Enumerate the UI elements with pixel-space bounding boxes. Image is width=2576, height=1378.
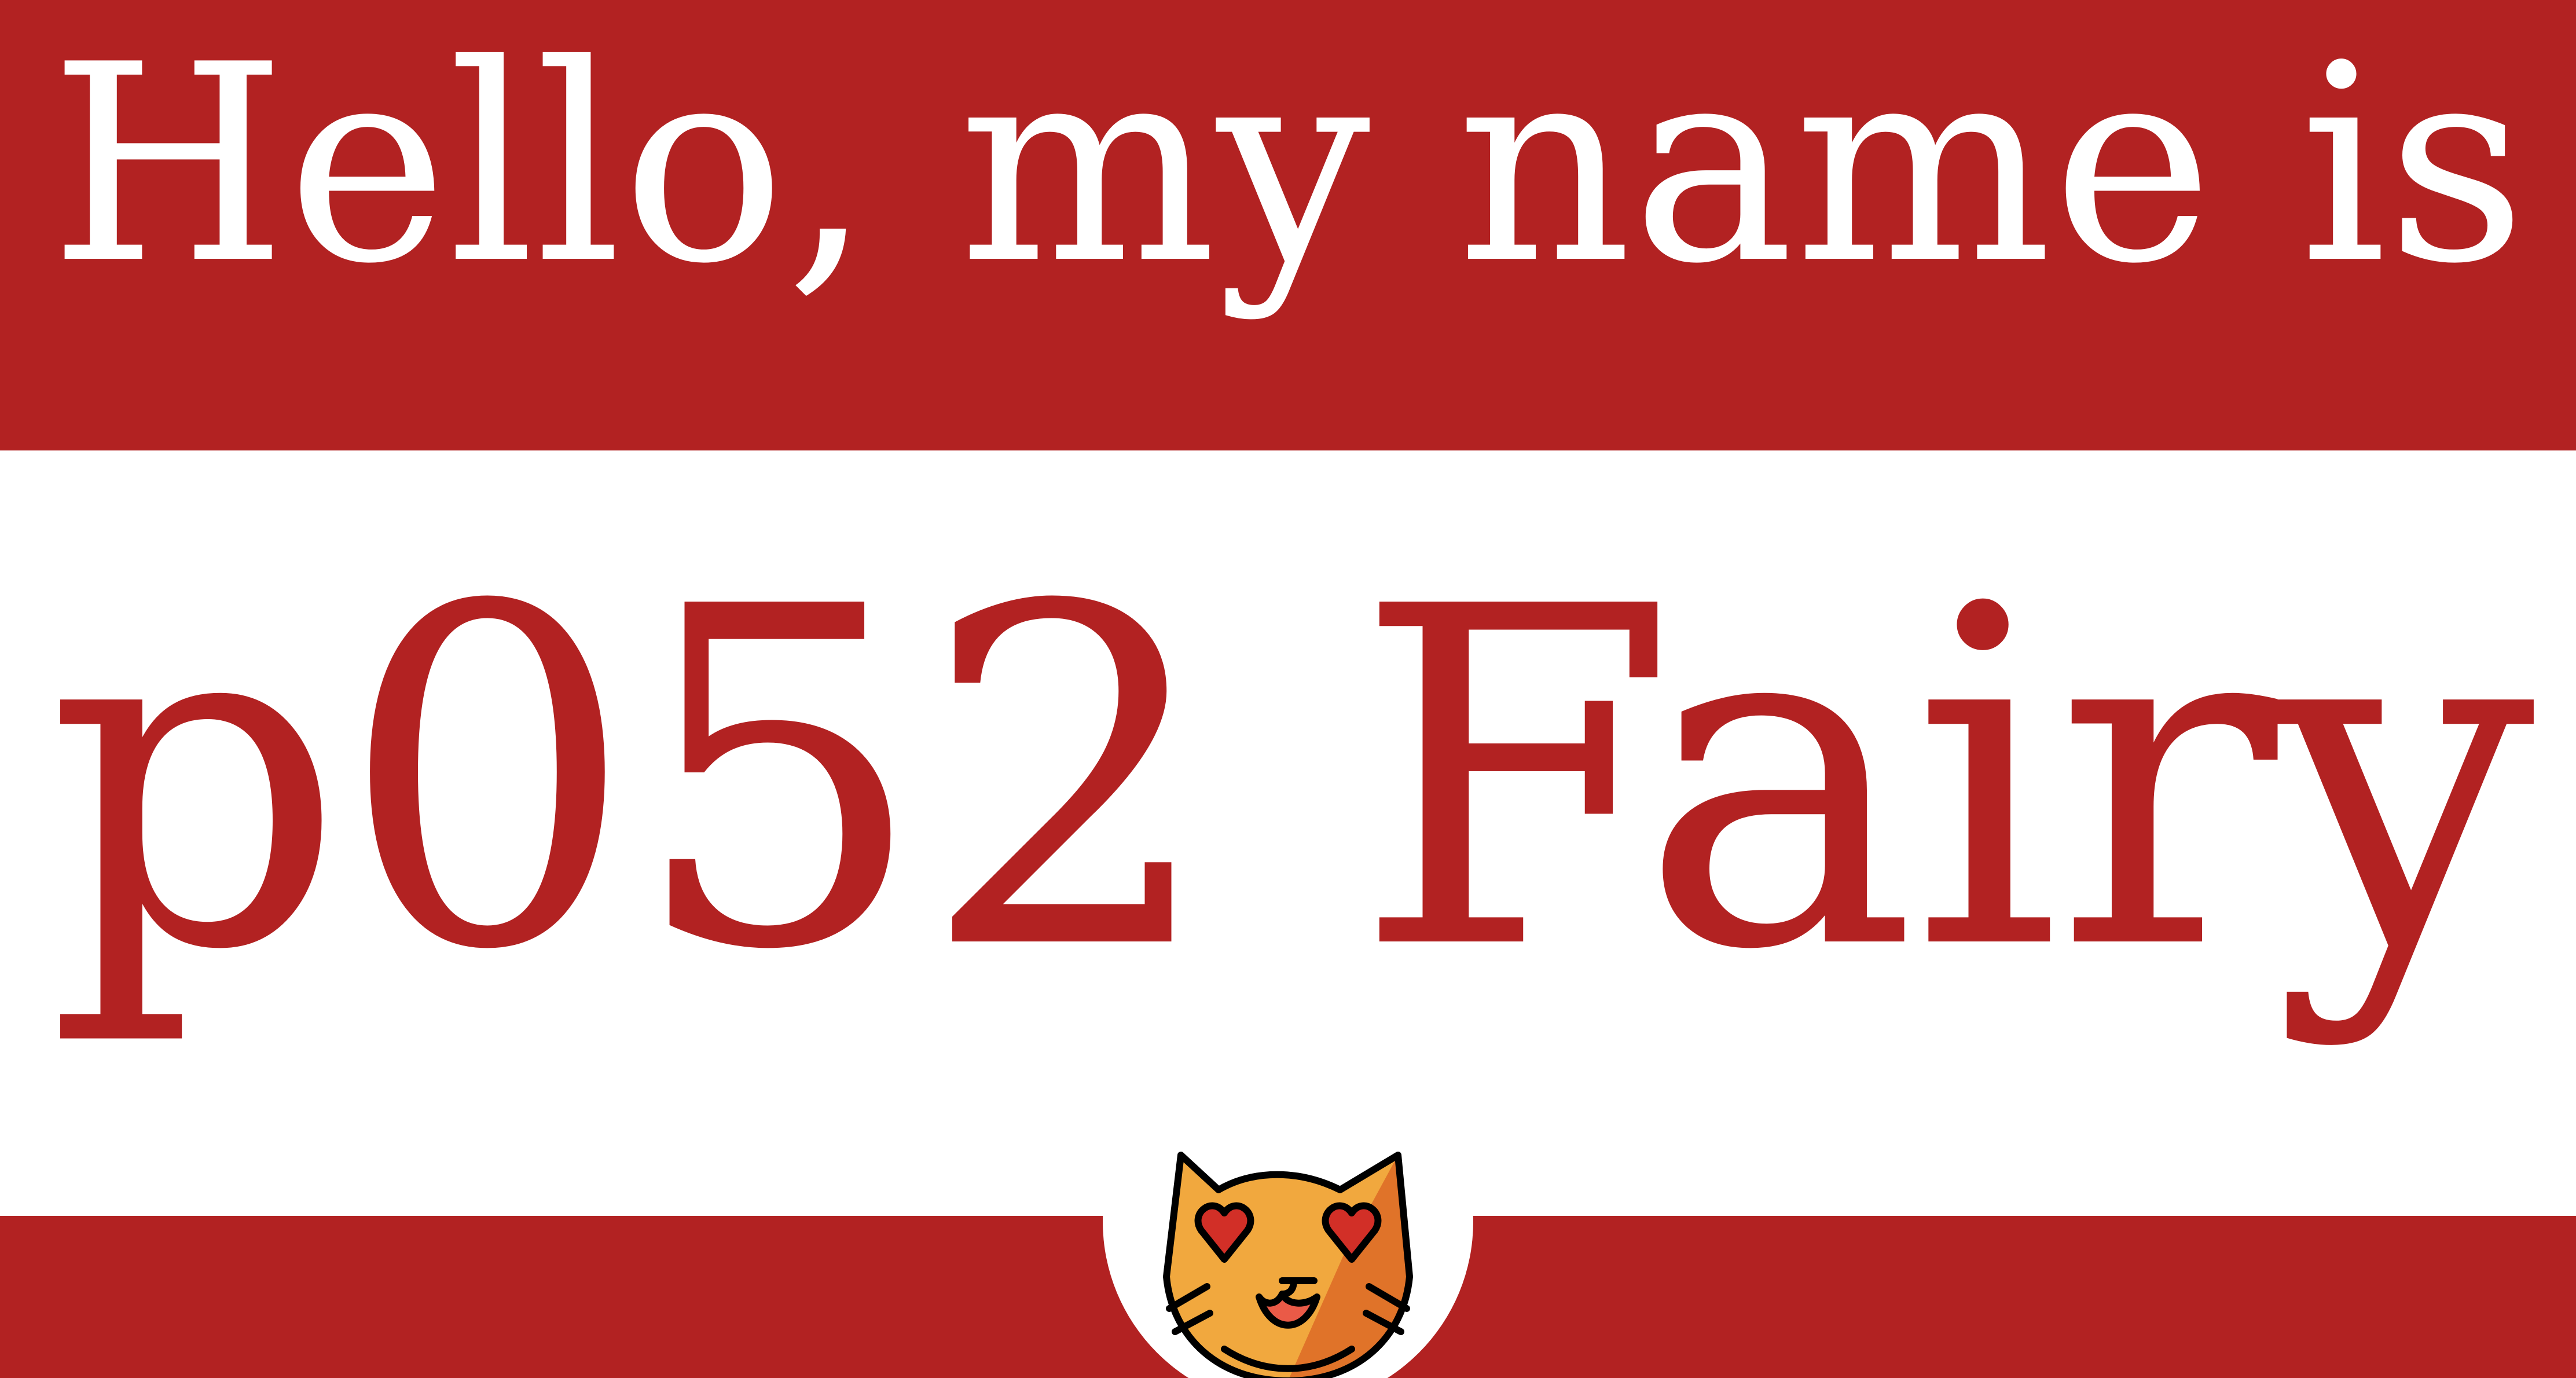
header-band: Hello, my name is [0, 0, 2576, 450]
name-tag: Hello, my name is p052 Fairy [0, 0, 2576, 1378]
cat-face-heart-eyes-icon [1103, 1036, 1473, 1378]
greeting-text: Hello, my name is [49, 6, 2527, 323]
name-text: p052 Fairy [46, 509, 2535, 1051]
